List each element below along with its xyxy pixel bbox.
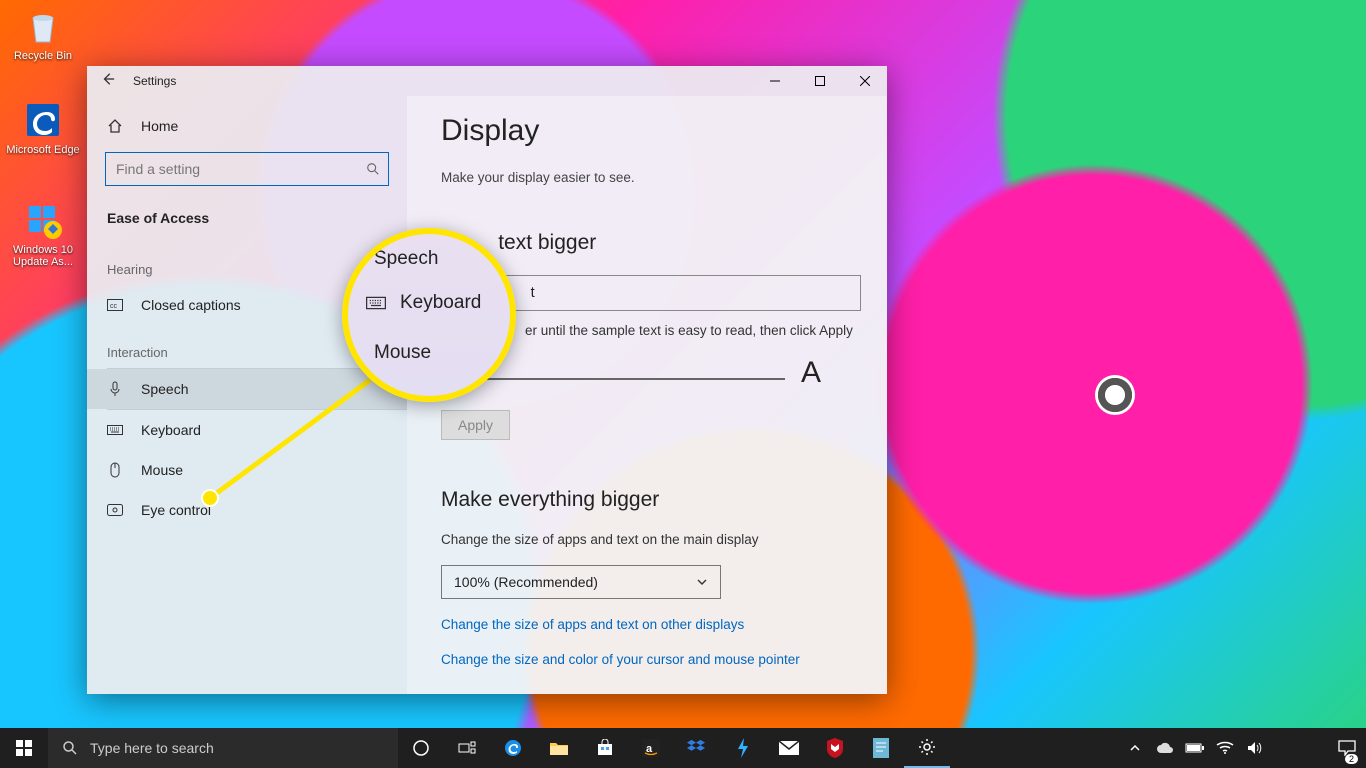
recycle-bin-icon: [23, 6, 63, 46]
desktop-icon-recycle-bin[interactable]: Recycle Bin: [6, 6, 80, 62]
tray-onedrive-icon[interactable]: [1152, 728, 1178, 768]
page-title: Display: [441, 114, 853, 148]
chevron-down-icon: [696, 576, 708, 588]
maximize-button[interactable]: [797, 66, 842, 96]
taskbar-search-placeholder: Type here to search: [90, 740, 214, 756]
taskbar-app-dropbox[interactable]: [674, 728, 720, 768]
eye-control-icon: [107, 502, 123, 518]
scale-description: Change the size of apps and text on the …: [441, 532, 853, 547]
search-icon: [358, 162, 388, 176]
search-icon: [62, 740, 78, 756]
system-tray: [1122, 728, 1366, 768]
nav-home-label: Home: [141, 118, 178, 134]
taskbar-app-settings[interactable]: [904, 728, 950, 768]
mouse-icon: [107, 462, 123, 478]
tray-volume-icon[interactable]: [1242, 728, 1268, 768]
settings-search[interactable]: [105, 152, 389, 186]
slider-hint: er until the sample text is easy to read…: [525, 323, 853, 338]
taskbar-search[interactable]: Type here to search: [48, 728, 398, 768]
windows-update-icon: [23, 200, 63, 240]
annotation-magnifier: Speech Keyboard Mouse: [342, 228, 516, 402]
desktop-icon-label: Microsoft Edge: [6, 144, 80, 156]
section-make-text-bigger: Make Make text biggertext bigger: [441, 231, 853, 255]
annotation-dot: [201, 489, 219, 507]
settings-window: Settings Home Ease of Access Hearing: [87, 66, 887, 694]
display-scale-dropdown[interactable]: 100% (Recommended): [441, 565, 721, 599]
cortana-button[interactable]: [398, 728, 444, 768]
section-make-everything-bigger: Make everything bigger: [441, 488, 853, 512]
desktop-icon-edge[interactable]: Microsoft Edge: [6, 100, 80, 156]
start-button[interactable]: [0, 728, 48, 768]
nav-home[interactable]: Home: [87, 108, 407, 144]
taskbar-app-amazon[interactable]: a: [628, 728, 674, 768]
nav-label: Mouse: [141, 462, 183, 478]
svg-text:cc: cc: [110, 303, 118, 310]
taskbar-app-notes[interactable]: [858, 728, 904, 768]
keyboard-icon: [107, 422, 123, 438]
nav-eye-control[interactable]: Eye control: [87, 490, 407, 530]
task-view-button[interactable]: [444, 728, 490, 768]
home-icon: [107, 118, 123, 134]
taskbar-app-store[interactable]: [582, 728, 628, 768]
page-subtitle: Make your display easier to see.: [441, 170, 853, 185]
desktop-icon-update-assistant[interactable]: Windows 10 Update As...: [6, 200, 80, 268]
apply-button[interactable]: Apply: [441, 410, 510, 440]
nav-mouse[interactable]: Mouse: [87, 450, 407, 490]
action-center-button[interactable]: [1334, 728, 1360, 768]
window-title: Settings: [133, 74, 176, 88]
dropdown-value: 100% (Recommended): [454, 574, 598, 590]
taskbar-app-generic1[interactable]: [720, 728, 766, 768]
desktop-icon-label: Windows 10 Update As...: [6, 244, 80, 268]
link-cursor-pointer[interactable]: Change the size and color of your cursor…: [441, 652, 853, 667]
nav-keyboard[interactable]: Keyboard: [87, 410, 407, 450]
titlebar[interactable]: Settings: [87, 66, 887, 96]
edge-icon: [23, 100, 63, 140]
settings-content: Display Make your display easier to see.…: [407, 96, 887, 694]
nav-label: Closed captions: [141, 297, 241, 313]
nav-speech[interactable]: Speech: [87, 369, 407, 409]
nav-label: Speech: [141, 381, 188, 397]
nav-label: Eye control: [141, 502, 211, 518]
settings-sidebar: Home Ease of Access Hearing cc Closed ca…: [87, 96, 407, 694]
windows-icon: [16, 740, 32, 756]
nav-label: Keyboard: [141, 422, 201, 438]
taskbar-pinned: a: [398, 728, 950, 768]
tray-wifi-icon[interactable]: [1212, 728, 1238, 768]
settings-search-input[interactable]: [106, 161, 358, 177]
taskbar-app-mail[interactable]: [766, 728, 812, 768]
minimize-button[interactable]: [752, 66, 797, 96]
desktop-icon-label: Recycle Bin: [6, 50, 80, 62]
link-other-displays[interactable]: Change the size of apps and text on othe…: [441, 617, 853, 632]
tray-clock-placeholder[interactable]: [1272, 728, 1330, 768]
section-title: Ease of Access: [87, 204, 407, 242]
slider-max-label: A: [801, 356, 821, 390]
tray-overflow[interactable]: [1122, 728, 1148, 768]
closed-captions-icon: cc: [107, 297, 123, 313]
keyboard-icon: [366, 294, 386, 312]
taskbar-app-explorer[interactable]: [536, 728, 582, 768]
taskbar: Type here to search a: [0, 728, 1366, 768]
taskbar-app-mcafee[interactable]: [812, 728, 858, 768]
tray-battery-icon[interactable]: [1182, 728, 1208, 768]
magnifier-row-keyboard: Keyboard: [348, 286, 510, 320]
slider-track[interactable]: [467, 378, 785, 380]
back-button[interactable]: [101, 72, 115, 91]
taskbar-app-edge[interactable]: [490, 728, 536, 768]
magnifier-row-mouse: Mouse: [348, 336, 510, 370]
microphone-icon: [107, 381, 123, 397]
close-button[interactable]: [842, 66, 887, 96]
